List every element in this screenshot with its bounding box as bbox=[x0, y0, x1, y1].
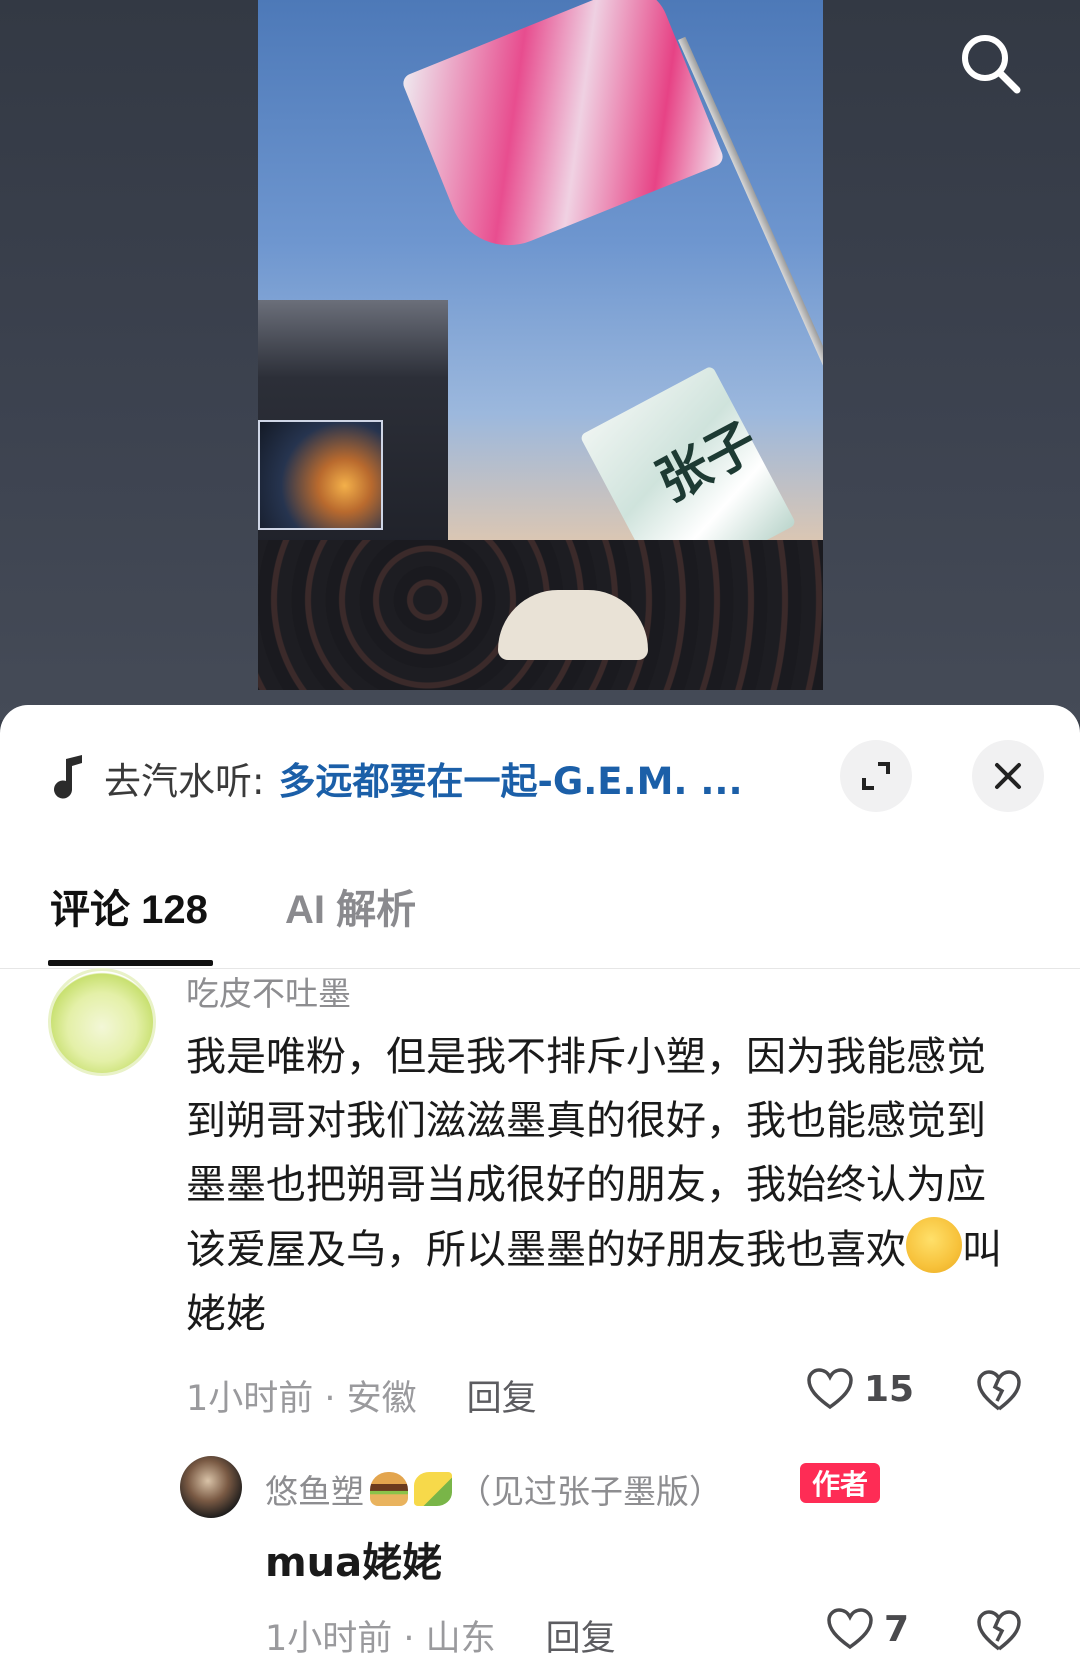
music-link[interactable]: 去汽水听: 多远都要在一起-G.E.M. ... bbox=[50, 748, 810, 808]
broken-heart-icon bbox=[977, 1370, 1021, 1411]
comment-body: 我是唯粉，但是我不排斥小塑，因为我能感觉到朔哥对我们滋滋墨真的很好，我也能感觉到… bbox=[186, 1034, 986, 1273]
tab-comments[interactable]: 评论 128 bbox=[50, 877, 208, 935]
heart-icon bbox=[807, 1368, 853, 1410]
avatar[interactable] bbox=[48, 968, 156, 1076]
tab-ai-analysis[interactable]: AI 解析 bbox=[285, 877, 416, 935]
music-prefix: 去汽水听: bbox=[104, 760, 265, 803]
stage-screen bbox=[258, 420, 383, 530]
heart-icon bbox=[827, 1608, 873, 1650]
search-button[interactable] bbox=[955, 28, 1025, 98]
close-icon bbox=[995, 763, 1021, 789]
corn-emoji bbox=[414, 1472, 452, 1506]
broken-heart-icon bbox=[977, 1610, 1021, 1651]
comment-meta: 1小时前 · 安徽 回复 bbox=[186, 1370, 537, 1421]
tab-active-indicator bbox=[48, 960, 213, 966]
comment-author[interactable]: 吃皮不吐墨 bbox=[186, 967, 351, 1015]
reply-time-location: 1小时前 · 山东 bbox=[265, 1619, 496, 1659]
comment-time-location: 1小时前 · 安徽 bbox=[186, 1379, 417, 1419]
reply-meta: 1小时前 · 山东 回复 bbox=[265, 1610, 616, 1661]
author-badge: 作者 bbox=[800, 1463, 881, 1503]
expand-icon bbox=[862, 762, 890, 790]
dislike-button[interactable] bbox=[976, 1369, 1022, 1417]
expand-button[interactable] bbox=[840, 740, 912, 812]
reply-like-button[interactable]: 7 bbox=[826, 1607, 909, 1651]
reply-button[interactable]: 回复 bbox=[467, 1370, 537, 1421]
thinking-face-emoji bbox=[906, 1217, 962, 1273]
reply-author[interactable]: 悠鱼塑 （见过张子墨版） bbox=[265, 1465, 722, 1513]
reply-reply-button[interactable]: 回复 bbox=[546, 1610, 616, 1661]
burger-emoji bbox=[370, 1472, 408, 1506]
reply-dislike-button[interactable] bbox=[976, 1609, 1022, 1657]
comment-text: 我是唯粉，但是我不排斥小塑，因为我能感觉到朔哥对我们滋滋墨真的很好，我也能感觉到… bbox=[186, 1025, 1016, 1346]
reply-author-name: 悠鱼塑 bbox=[265, 1472, 364, 1511]
video-background: 张子 bbox=[0, 0, 1080, 720]
comment-sheet: 去汽水听: 多远都要在一起-G.E.M. ... 评论 128 AI 解析 吃皮… bbox=[0, 705, 1080, 1672]
reply-text: mua姥姥 bbox=[265, 1540, 443, 1586]
reply-avatar[interactable] bbox=[180, 1456, 242, 1518]
like-count: 15 bbox=[864, 1368, 915, 1410]
music-note-icon bbox=[54, 755, 82, 799]
like-button[interactable]: 15 bbox=[806, 1367, 914, 1411]
search-icon bbox=[962, 35, 1021, 94]
tab-bar: 评论 128 AI 解析 bbox=[0, 853, 1080, 969]
reply-author-suffix: （见过张子墨版） bbox=[458, 1472, 722, 1511]
music-title[interactable]: 多远都要在一起-G.E.M. ... bbox=[278, 751, 742, 805]
close-button[interactable] bbox=[972, 740, 1044, 812]
reply-like-count: 7 bbox=[884, 1608, 910, 1650]
video-frame[interactable]: 张子 bbox=[258, 0, 823, 690]
